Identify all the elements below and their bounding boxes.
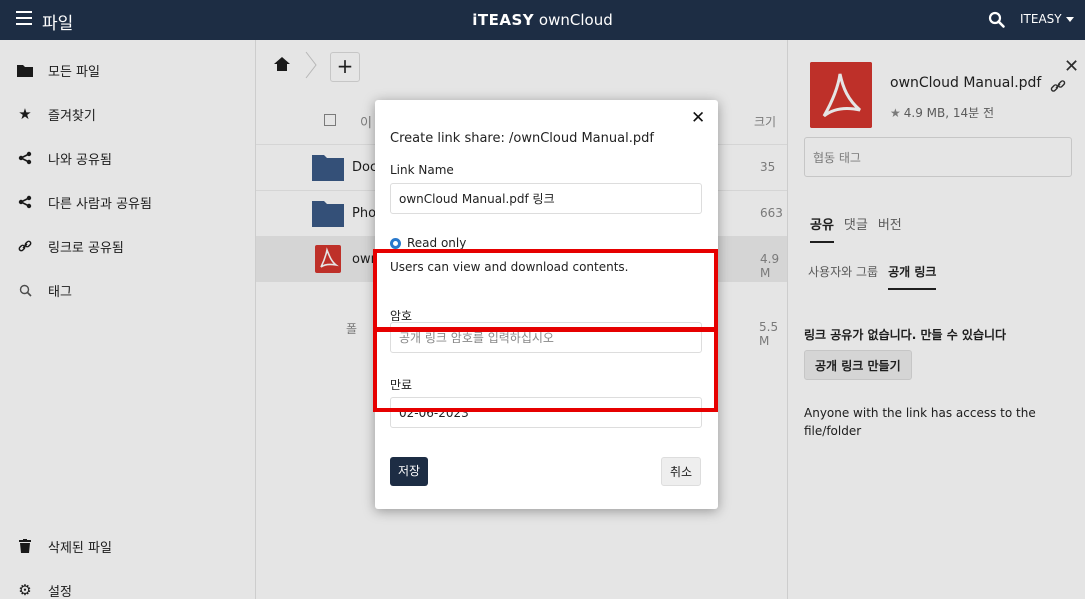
password-field[interactable]	[390, 322, 702, 353]
permission-description: Users can view and download contents.	[390, 260, 629, 274]
brand-logo: iTEASY ownCloud	[472, 11, 613, 29]
expiry-label: 만료	[390, 378, 413, 392]
close-icon[interactable]: ✕	[691, 108, 705, 128]
expiry-date-field[interactable]	[390, 397, 702, 428]
dialog-title: Create link share: /ownCloud Manual.pdf	[390, 131, 654, 146]
search-icon[interactable]	[988, 11, 1006, 29]
link-name-field[interactable]	[390, 183, 702, 214]
create-link-dialog: ✕ Create link share: /ownCloud Manual.pd…	[375, 100, 718, 509]
cancel-button[interactable]: 취소	[661, 457, 702, 486]
link-name-label: Link Name	[390, 163, 454, 177]
radio-selected-icon[interactable]	[390, 237, 401, 249]
read-only-option[interactable]: Read only	[390, 236, 466, 250]
save-button[interactable]: 저장	[390, 457, 429, 486]
top-bar: 파일 iTEASY ownCloud ITEASY	[0, 0, 1085, 40]
chevron-down-icon	[1065, 17, 1074, 22]
user-menu[interactable]: ITEASY	[1020, 12, 1074, 26]
